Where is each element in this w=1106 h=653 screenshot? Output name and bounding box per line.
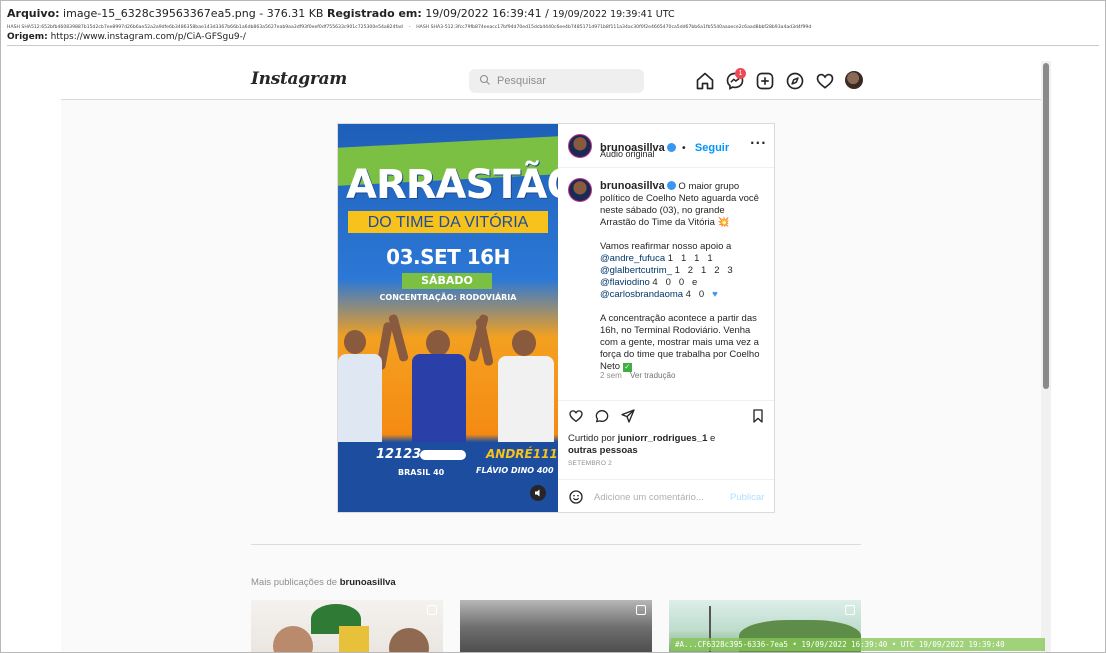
image-number-3: BRASIL 40 [398, 468, 445, 477]
reel-icon [427, 605, 437, 615]
liked-mid: e [707, 433, 716, 444]
publish-button[interactable]: Publicar [730, 492, 764, 503]
like-heart-icon[interactable] [568, 408, 584, 424]
timestamp-overlay: #A...CF6328c395-6336-7ea5 • 19/09/2022 1… [671, 638, 1045, 651]
origin-url: https://www.instagram.com/p/CiA-GFSgu9-/ [50, 32, 246, 42]
liked-user[interactable]: juniorr_rodrigues_1 [618, 433, 708, 444]
verified-icon [666, 143, 676, 152]
liked-others[interactable]: outras pessoas [568, 445, 638, 456]
translate-link[interactable]: Ver tradução [630, 371, 675, 380]
likes-text: Curtido por juniorr_rodrigues_1 e outras… [568, 433, 768, 457]
scrollbar-thumb[interactable] [1043, 63, 1049, 389]
hash-sha3-512: HASH SHA3-512:3fcc79fb874eeacc17bf94d70e… [416, 25, 812, 30]
section-divider [251, 544, 861, 545]
hash-separator: - [408, 25, 411, 30]
caption-block: brunoasillva O maior grupo político de C… [558, 168, 774, 400]
archive-frame: Arquivo: image-15_6328c39563367ea5.png -… [0, 0, 1106, 653]
image-number-4: FLÁVIO DINO 400 [476, 466, 554, 475]
file-label: Arquivo: [7, 7, 60, 20]
blue-heart-emoji: ♥ [712, 289, 718, 300]
image-number-2: ANDRÉ1111 [486, 447, 558, 461]
header-divider [7, 45, 1099, 46]
origin-row: Origem: https://www.instagram.com/p/CiA-… [7, 31, 1099, 43]
mention-tail: 1 1 1 1 [665, 253, 713, 264]
search-input[interactable] [497, 73, 637, 89]
comment-icon[interactable] [594, 408, 610, 424]
hash-sha512: HASH SHA512:652bfb460839887b15d2cb7ee899… [7, 25, 403, 30]
instagram-viewport: Instagram ⌄ 1 ARRASTÃO DO TIME DA VITÓRI… [61, 61, 1051, 652]
post-sidebar: brunoasillva • Seguir Áudio original ···… [558, 124, 774, 512]
mute-button[interactable] [530, 485, 546, 501]
image-title: ARRASTÃO [346, 162, 558, 208]
caption-text: brunoasillva O maior grupo político de C… [600, 180, 762, 373]
reel-icon [636, 605, 646, 615]
share-icon[interactable] [620, 408, 636, 424]
dot-separator: • [680, 143, 687, 154]
bookmark-icon[interactable] [750, 408, 766, 424]
mention-link[interactable]: @flaviodino [600, 277, 650, 288]
mention-tail: 4 0 [683, 289, 713, 300]
notifications-badge: 1 [735, 68, 746, 79]
heart-icon[interactable] [815, 71, 835, 91]
explore-icon[interactable] [785, 71, 805, 91]
follow-button[interactable]: Seguir [695, 142, 729, 154]
liked-prefix: Curtido por [568, 433, 618, 444]
mention-tail: 1 2 1 2 3 [671, 265, 733, 276]
post-actions: Curtido por juniorr_rodrigues_1 e outras… [558, 400, 774, 512]
hash-row: HASH SHA512:652bfb460839887b15d2cb7ee899… [7, 24, 1099, 31]
comment-input[interactable] [594, 489, 714, 505]
image-subtitle: DO TIME DA VITÓRIA [367, 214, 529, 231]
post-header: brunoasillva • Seguir Áudio original ··· [558, 124, 774, 168]
chevron-down-icon[interactable]: ⌄ [323, 73, 331, 83]
mention-link[interactable]: @andre_fufuca [600, 253, 665, 264]
search-icon [479, 74, 490, 85]
registered-utc: 19/09/2022 19:39:41 UTC [552, 9, 675, 20]
caption-username[interactable]: brunoasillva [600, 180, 665, 192]
archive-file-row: Arquivo: image-15_6328c39563367ea5.png -… [7, 6, 1099, 23]
post-image: ARRASTÃO DO TIME DA VITÓRIA 03.SET 16H S… [338, 124, 558, 512]
mention-link[interactable]: @glalbertcutrim_ [600, 265, 672, 276]
more-posts-prefix: Mais publicações de [251, 577, 340, 588]
image-pill [420, 450, 466, 460]
home-icon[interactable] [695, 71, 715, 91]
caption-age[interactable]: 2 sem [600, 371, 622, 380]
author-avatar[interactable] [568, 134, 592, 158]
reel-icon [845, 605, 855, 615]
verified-icon [666, 181, 676, 190]
mention-link[interactable]: @carlosbrandaoma [600, 289, 683, 300]
registered-at: 19/09/2022 16:39:41 [425, 7, 542, 20]
audio-label[interactable]: Áudio original [600, 149, 655, 159]
thumbnail-2[interactable] [460, 600, 652, 652]
collision-emoji: 💥 [717, 217, 730, 228]
file-size: - 376.31 KB [259, 7, 324, 20]
comment-bar: Publicar [558, 479, 774, 513]
image-number-1: 12123 [376, 447, 422, 462]
origin-label: Origem: [7, 32, 48, 42]
archive-header: Arquivo: image-15_6328c39563367ea5.png -… [7, 6, 1099, 43]
mute-icon [535, 489, 540, 497]
more-posts-title: Mais publicações de brunoasillva [251, 577, 396, 588]
caption-avatar[interactable] [568, 178, 592, 202]
caption-part-2: Vamos reafirmar nosso apoio a [600, 241, 732, 252]
more-posts-user[interactable]: brunoasillva [340, 577, 396, 588]
image-meeting: CONCENTRAÇÃO: RODOVIÁRIA [379, 293, 517, 302]
top-navbar: Instagram ⌄ 1 [61, 61, 1041, 100]
registered-label: Registrado em: [326, 7, 422, 20]
emoji-icon[interactable] [568, 489, 584, 505]
more-options-icon[interactable]: ··· [750, 136, 767, 150]
post-card: ARRASTÃO DO TIME DA VITÓRIA 03.SET 16H S… [337, 123, 775, 513]
profile-avatar[interactable] [845, 71, 863, 89]
search-box[interactable] [469, 69, 644, 93]
image-date: 03.SET 16H [386, 245, 510, 269]
registered-separator: / [545, 7, 549, 20]
scrollbar[interactable] [1041, 61, 1051, 652]
post-date[interactable]: SETEMBRO 2 [568, 460, 612, 467]
thumbnail-1[interactable] [251, 600, 443, 652]
caption-meta: 2 sem Ver tradução [600, 371, 675, 380]
new-post-icon[interactable] [755, 71, 775, 91]
instagram-logo[interactable]: Instagram [251, 69, 347, 89]
file-name: image-15_6328c39563367ea5.png [63, 7, 256, 20]
image-day: SÁBADO [421, 274, 473, 287]
mention-tail: 4 0 0 e [649, 277, 698, 288]
